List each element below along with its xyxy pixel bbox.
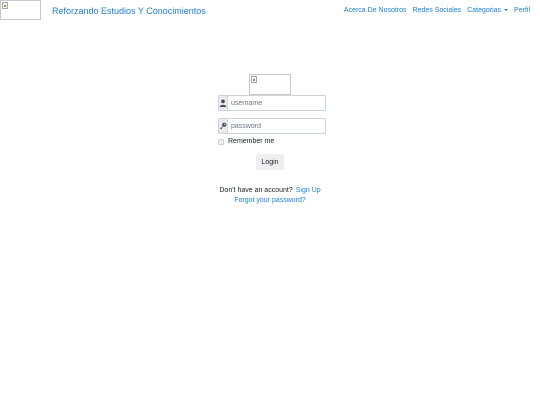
nav-link-profile[interactable]: Perfil — [514, 7, 530, 14]
nav-link-social[interactable]: Redes Sociales — [413, 7, 462, 14]
remember-me[interactable]: Remember me — [218, 138, 274, 145]
remember-label: Remember me — [228, 138, 275, 145]
nav-link-about[interactable]: Acerca De Nosotros — [344, 7, 407, 14]
forgot-password-link[interactable]: Forgot your password? — [234, 197, 306, 204]
remember-checkbox[interactable] — [218, 138, 224, 145]
username-group — [218, 95, 326, 111]
login-button[interactable]: Login — [256, 154, 284, 170]
brand-title[interactable]: Reforzando Estudios Y Conocimientos — [52, 6, 206, 16]
signup-link[interactable]: Sign Up — [296, 187, 321, 194]
password-addon — [218, 118, 227, 134]
username-addon — [218, 95, 227, 111]
top-navbar: Reforzando Estudios Y Conocimientos Acer… — [0, 0, 540, 24]
no-account-text: Don't have an account? — [219, 187, 293, 194]
password-input[interactable] — [227, 118, 326, 134]
nav-links: Acerca De Nosotros Redes Sociales Catego… — [344, 7, 530, 14]
forgot-line: Forgot your password? — [0, 197, 540, 204]
brand-logo[interactable] — [0, 0, 41, 20]
nav-link-categories[interactable]: Categorias — [467, 7, 509, 14]
login-logo — [249, 74, 291, 95]
nav-link-categories-label: Categorias — [467, 7, 502, 14]
key-icon — [219, 122, 227, 130]
password-group — [218, 118, 326, 134]
user-icon — [219, 99, 227, 107]
caret-down-icon — [504, 9, 509, 11]
broken-image-icon — [2, 2, 8, 9]
broken-image-icon — [251, 76, 257, 83]
signup-line: Don't have an account? Sign Up — [0, 187, 540, 194]
username-input[interactable] — [227, 95, 326, 111]
